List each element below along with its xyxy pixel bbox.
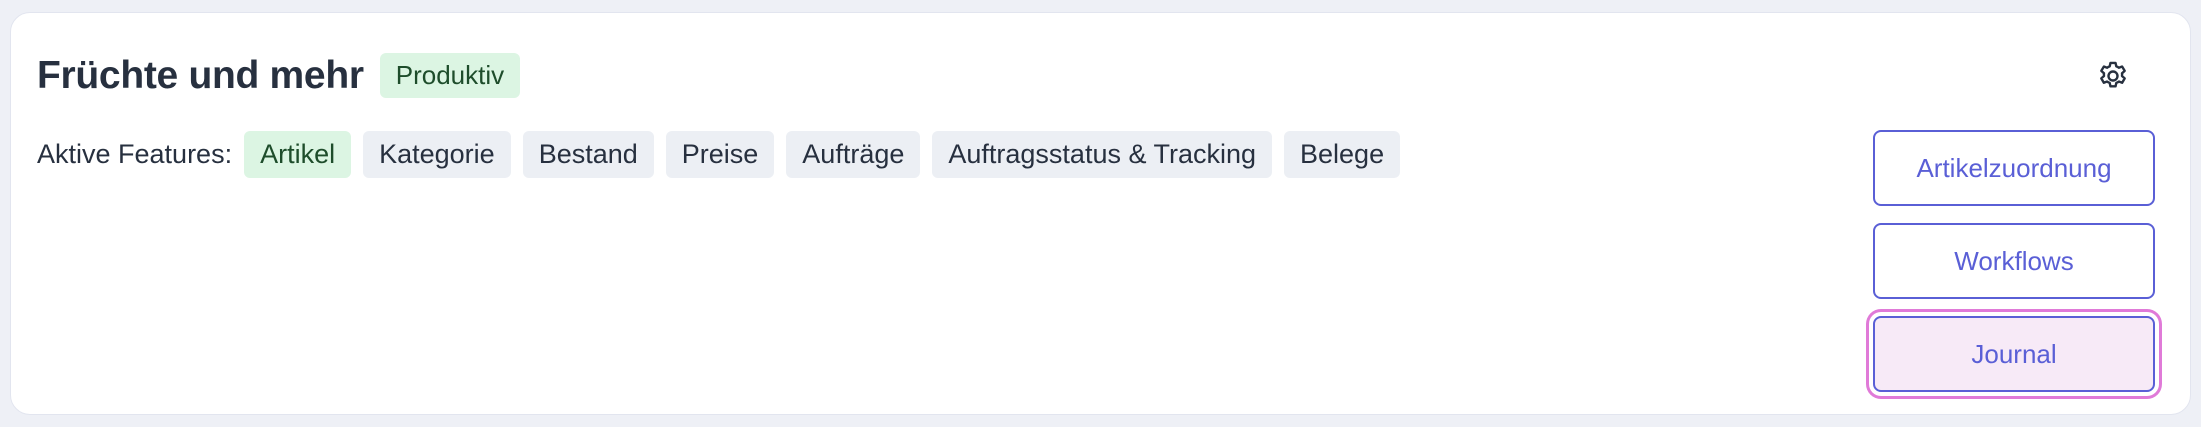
feature-chip-preise: Preise — [665, 131, 775, 178]
feature-chip-artikel: Artikel — [244, 131, 352, 178]
journal-button[interactable]: Journal — [1873, 316, 2155, 392]
gear-icon — [2095, 58, 2131, 99]
feature-chip-bestand: Bestand — [522, 131, 654, 178]
feature-chip-auftragsstatus-tracking: Auftragsstatus & Tracking — [932, 131, 1273, 178]
feature-chip-auftraege: Aufträge — [786, 131, 921, 178]
artikelzuordnung-button[interactable]: Artikelzuordnung — [1873, 130, 2155, 206]
status-badge: Produktiv — [379, 53, 521, 98]
features-label: Aktive Features: — [37, 139, 233, 169]
card-header: Früchte und mehr Produktiv — [37, 53, 521, 98]
integration-card: Früchte und mehr Produktiv Aktive Featur… — [10, 12, 2191, 415]
active-features: Aktive Features: Artikel Kategorie Besta… — [37, 131, 1401, 178]
settings-button[interactable] — [2088, 53, 2138, 103]
page-title: Früchte und mehr — [37, 53, 364, 97]
feature-chip-belege: Belege — [1284, 131, 1401, 178]
feature-chip-kategorie: Kategorie — [363, 131, 511, 178]
workflows-button[interactable]: Workflows — [1873, 223, 2155, 299]
